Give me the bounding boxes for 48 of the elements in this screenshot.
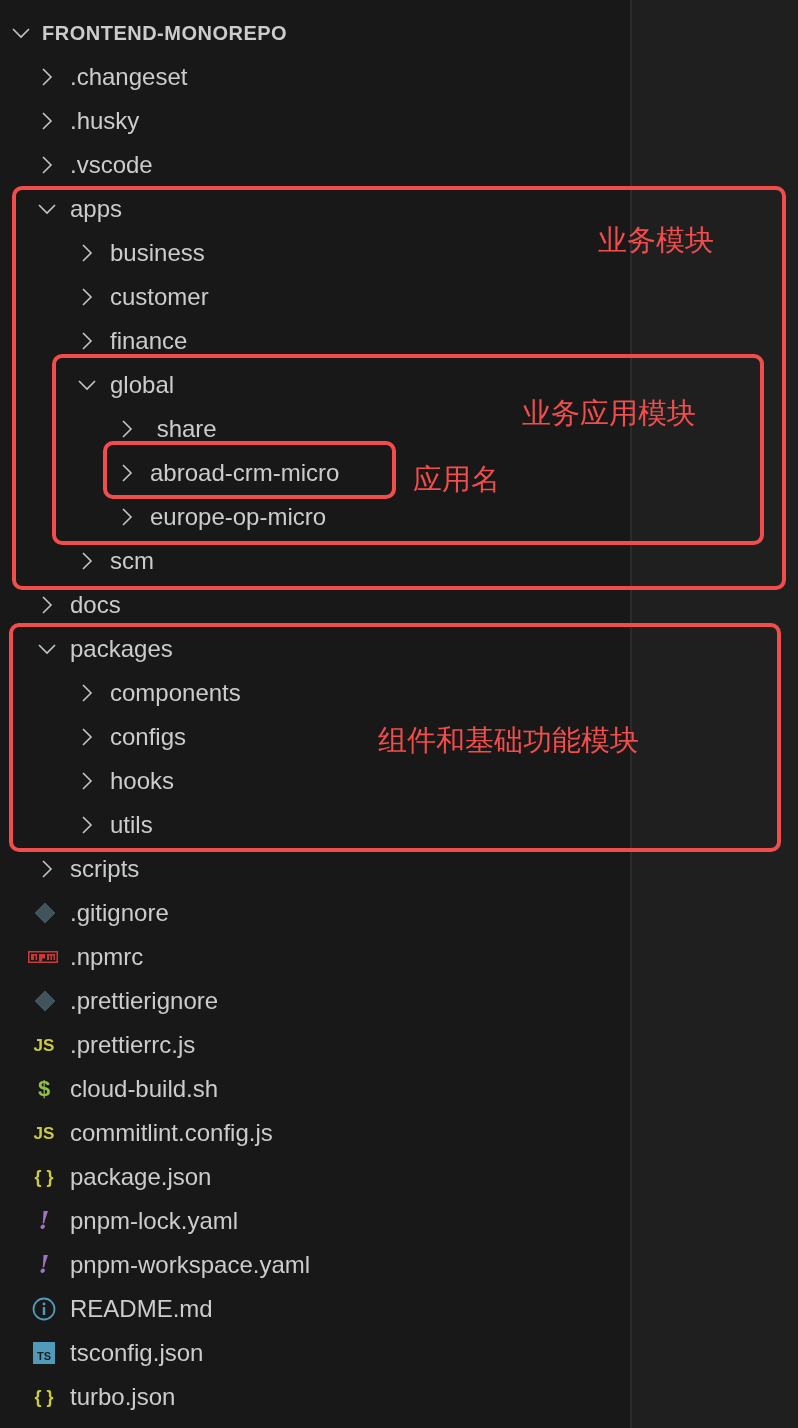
js-file-icon: JS: [32, 1124, 56, 1142]
exclamation-icon: !: [32, 1253, 56, 1277]
folder-item[interactable]: docs: [70, 593, 121, 617]
file-item[interactable]: README.md: [70, 1297, 213, 1321]
annotation-label: 应用名: [413, 465, 500, 494]
folder-item[interactable]: components: [110, 681, 241, 705]
annotation-label: 业务应用模块: [522, 399, 696, 428]
info-icon: [32, 1297, 56, 1321]
folder-item[interactable]: finance: [110, 329, 188, 353]
npm-icon: [27, 951, 58, 963]
annotation-label: 业务模块: [598, 226, 714, 255]
ts-file-icon: TS: [33, 1342, 55, 1364]
file-item[interactable]: turbo.json: [70, 1385, 176, 1409]
project-title[interactable]: FRONTEND-MONOREPO: [42, 18, 288, 48]
diamond-icon: [34, 902, 56, 924]
folder-item[interactable]: abroad-crm-micro: [150, 461, 340, 485]
folder-item[interactable]: utils: [110, 813, 153, 837]
folder-item[interactable]: configs: [110, 725, 187, 749]
file-item[interactable]: tsconfig.json: [70, 1341, 204, 1365]
folder-item[interactable]: .vscode: [70, 153, 153, 177]
file-item[interactable]: commitlint.config.js: [70, 1121, 273, 1145]
braces-icon: { }: [32, 1388, 56, 1406]
js-file-icon: JS: [32, 1036, 56, 1054]
folder-item[interactable]: apps: [70, 197, 123, 221]
folder-item[interactable]: share: [150, 417, 217, 441]
folder-item[interactable]: hooks: [110, 769, 175, 793]
folder-item[interactable]: global: [110, 373, 175, 397]
folder-item[interactable]: .changeset: [70, 65, 188, 89]
exclamation-icon: !: [32, 1209, 56, 1233]
folder-item[interactable]: europe-op-micro: [150, 505, 327, 529]
file-item[interactable]: pnpm-workspace.yaml: [70, 1253, 311, 1277]
folder-item[interactable]: packages: [70, 637, 173, 661]
file-item[interactable]: .gitignore: [70, 901, 169, 925]
braces-icon: { }: [32, 1168, 56, 1186]
file-item[interactable]: cloud-build.sh: [70, 1077, 219, 1101]
folder-item[interactable]: .husky: [70, 109, 140, 133]
file-item[interactable]: .prettierignore: [70, 989, 219, 1013]
file-item[interactable]: package.json: [70, 1165, 212, 1189]
folder-item[interactable]: scripts: [70, 857, 140, 881]
file-item[interactable]: .npmrc: [70, 945, 144, 969]
diamond-icon: [34, 990, 56, 1012]
file-item[interactable]: .prettierrc.js: [70, 1033, 196, 1057]
folder-item[interactable]: scm: [110, 549, 154, 573]
dollar-icon: $: [32, 1078, 56, 1100]
file-item[interactable]: pnpm-lock.yaml: [70, 1209, 239, 1233]
annotation-label: 组件和基础功能模块: [378, 726, 639, 755]
folder-item[interactable]: customer: [110, 285, 209, 309]
folder-item[interactable]: business: [110, 241, 205, 265]
